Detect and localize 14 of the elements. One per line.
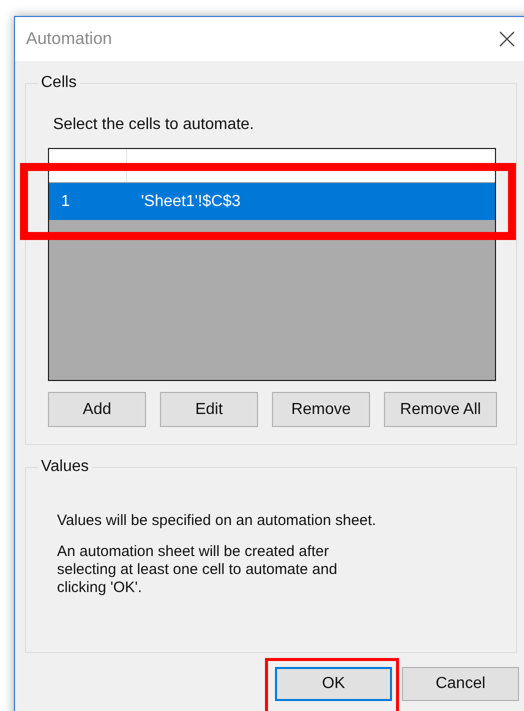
list-action-button[interactable]: Add [48, 392, 146, 427]
table-cell-text: 'Sheet1'!$C$3 [140, 192, 241, 210]
instruction-text: Select the cells to automate. [53, 116, 255, 134]
window-title: Automation [26, 29, 112, 49]
dialog-button[interactable]: Cancel [402, 667, 519, 701]
list-action-button[interactable]: Remove [272, 392, 370, 427]
list-action-button[interactable]: Edit [160, 392, 258, 427]
info-paragraph: An automation sheet will be created after selecting at least one cell to automate and clicking 'OK'. [57, 543, 338, 597]
close-icon[interactable] [499, 31, 515, 47]
table-cell-text: 1 [60, 192, 71, 210]
list-action-button[interactable]: Remove All [384, 392, 497, 427]
list-row[interactable]: 1 'Sheet1'!$C$3 [49, 183, 495, 220]
dialog-button[interactable]: OK [275, 667, 392, 701]
info-paragraph: Values will be specified on an automation sheet. [57, 512, 378, 530]
